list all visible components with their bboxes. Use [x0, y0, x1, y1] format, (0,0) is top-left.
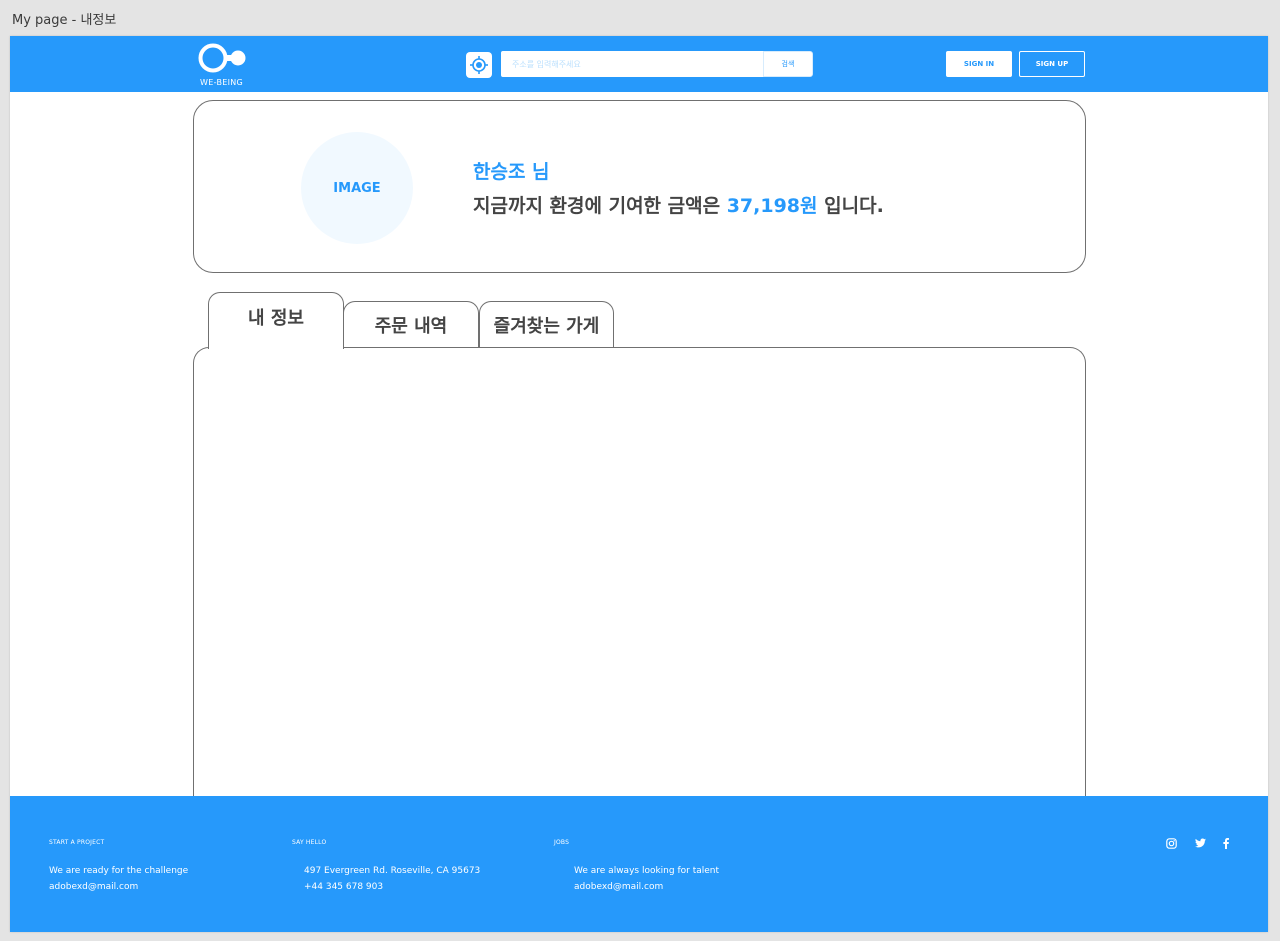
footer: START A PROJECT We are ready for the cha… — [10, 796, 1268, 932]
logo-text: WE-BEING — [200, 78, 244, 87]
contribution-prefix: 지금까지 환경에 기여한 금액은 — [473, 195, 727, 217]
tab-favorite-stores[interactable]: 즐겨찾는 가게 — [479, 301, 614, 348]
contribution-suffix: 입니다. — [817, 195, 884, 217]
footer-start-project-text: We are ready for the challenge — [49, 866, 189, 876]
tab-content-panel — [193, 347, 1086, 817]
tab-label: 즐겨찾는 가게 — [493, 316, 600, 337]
user-name: 한승조 님 — [473, 161, 550, 183]
search-button[interactable]: 검색 — [763, 51, 813, 77]
tab-my-info[interactable]: 내 정보 — [208, 292, 344, 349]
sign-in-button[interactable]: SIGN IN — [946, 51, 1012, 77]
facebook-icon[interactable] — [1219, 836, 1233, 850]
footer-heading-say-hello: SAY HELLO — [292, 839, 327, 846]
footer-jobs-text: We are always looking for talent — [574, 866, 720, 876]
contribution-summary: 지금까지 환경에 기여한 금액은 37,198원 입니다. — [473, 191, 884, 218]
footer-jobs-email[interactable]: adobexd@mail.com — [574, 882, 663, 892]
top-header: WE-BEING 검색 SIGN IN SIGN UP — [10, 36, 1268, 92]
current-location-button[interactable] — [466, 52, 492, 78]
footer-heading-start-project: START A PROJECT — [49, 839, 105, 846]
tab-label: 내 정보 — [248, 308, 304, 329]
crosshair-icon — [470, 56, 488, 74]
avatar[interactable]: IMAGE — [301, 132, 413, 244]
address-search-input[interactable] — [501, 51, 763, 77]
footer-start-project-email[interactable]: adobexd@mail.com — [49, 882, 138, 892]
footer-heading-jobs: JOBS — [554, 839, 570, 846]
frame-title: My page - 내정보 — [12, 13, 117, 28]
instagram-icon[interactable] — [1164, 836, 1178, 850]
profile-card: IMAGE 한승조 님 지금까지 환경에 기여한 금액은 37,198원 입니다… — [193, 100, 1086, 273]
page-artboard: WE-BEING 검색 SIGN IN SIGN UP IMAGE 한승조 님 … — [10, 36, 1268, 932]
sign-up-button[interactable]: SIGN UP — [1019, 51, 1085, 77]
contribution-amount: 37,198원 — [726, 195, 818, 217]
avatar-placeholder-label: IMAGE — [333, 180, 381, 196]
footer-phone[interactable]: +44 345 678 903 — [304, 882, 383, 892]
footer-address: 497 Evergreen Rd. Roseville, CA 95673 — [304, 866, 481, 876]
tab-order-history[interactable]: 주문 내역 — [343, 301, 479, 348]
twitter-icon[interactable] — [1193, 836, 1207, 850]
tab-label: 주문 내역 — [374, 316, 448, 337]
